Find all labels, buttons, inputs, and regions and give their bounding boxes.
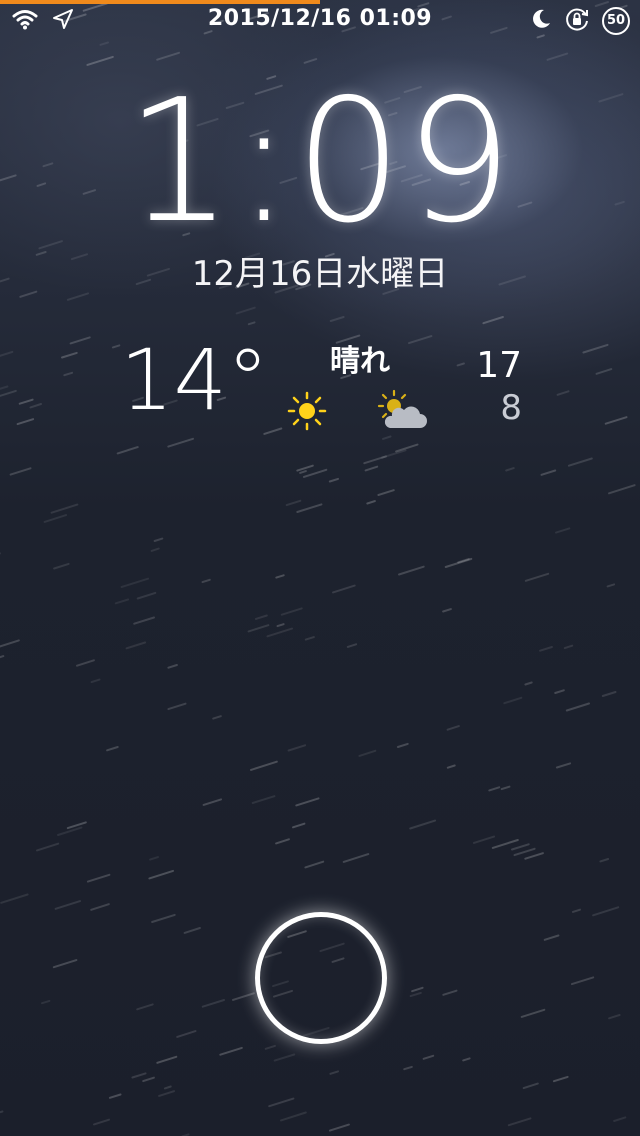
rotation-lock-icon [564,6,590,36]
status-bar: 2015/12/16 01:09 50 [0,4,640,40]
lock-clock: 1:09 [125,63,515,261]
forecast-icons [284,388,434,434]
lock-screen: 2015/12/16 01:09 50 1:09 12月16日水曜日 14° 晴… [0,0,640,1136]
sun-icon [287,391,327,431]
weather-condition: 晴れ [330,344,390,379]
forecast-low: 8 [500,388,522,428]
moon-icon [530,8,552,34]
sun-behind-cloud-icon [377,389,427,428]
battery-level: 50 [602,7,630,35]
unlock-button[interactable] [255,912,387,1044]
forecast-high: 17 [476,345,522,386]
lock-date: 12月16日水曜日 [191,254,449,294]
current-temperature: 14° [120,331,269,429]
